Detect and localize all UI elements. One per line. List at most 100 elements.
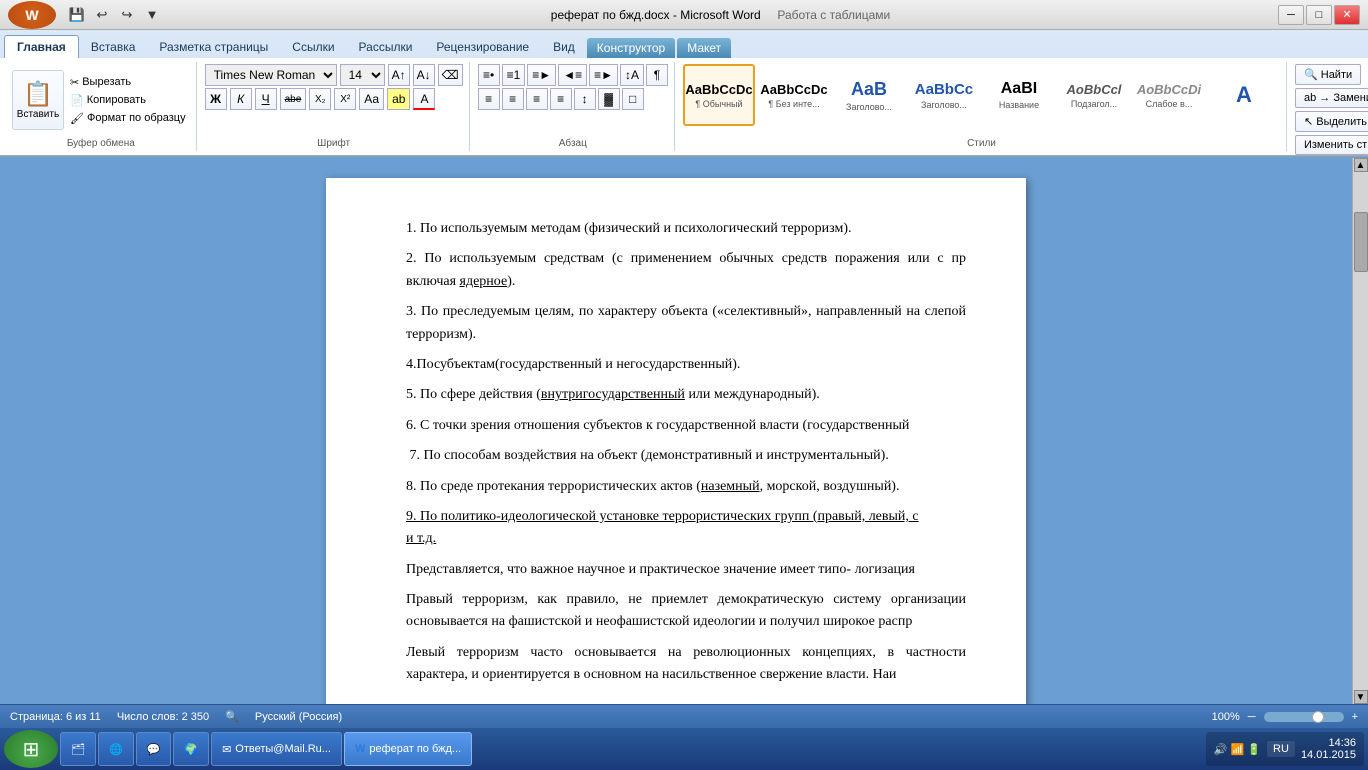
vertical-scrollbar[interactable]: ▲ ▼ bbox=[1352, 158, 1368, 704]
bullets-button[interactable]: ≡• bbox=[478, 64, 500, 86]
office-button[interactable]: W bbox=[8, 1, 56, 29]
ribbon: Главная Вставка Разметка страницы Ссылки… bbox=[0, 30, 1368, 158]
explorer-icon: 🗂 bbox=[71, 743, 85, 756]
underline-yadernoe: ядерное bbox=[460, 274, 508, 289]
style-heading1-text: AaB bbox=[851, 79, 887, 100]
clipboard-small-buttons: ✂ Вырезать 📄 Копировать 🖌 Формат по обра… bbox=[66, 74, 190, 127]
document-page[interactable]: 1. По используемым методам (физический и… bbox=[326, 178, 1026, 704]
strikethrough-button[interactable]: аbe bbox=[280, 88, 307, 110]
taskbar-chrome[interactable]: 🌍 bbox=[173, 732, 209, 766]
zoom-minus-button[interactable]: ─ bbox=[1248, 711, 1256, 723]
font-color-button[interactable]: А bbox=[413, 88, 435, 110]
underline-itd: и т.д. bbox=[406, 531, 436, 546]
bold-button[interactable]: Ж bbox=[205, 88, 227, 110]
decrease-indent-button[interactable]: ◄≡ bbox=[558, 64, 587, 86]
style-normal[interactable]: AaBbCcDc ¶ Обычный bbox=[683, 64, 755, 126]
grow-font-button[interactable]: A↑ bbox=[388, 64, 410, 86]
line-spacing-button[interactable]: ↕ bbox=[574, 88, 596, 110]
cut-button[interactable]: ✂ Вырезать bbox=[66, 74, 190, 91]
zoom-slider[interactable] bbox=[1264, 712, 1344, 722]
scroll-down-button[interactable]: ▼ bbox=[1354, 690, 1368, 704]
style-subtitle[interactable]: AoBbCcl Подзагол... bbox=[1058, 64, 1130, 126]
tab-page-layout[interactable]: Разметка страницы bbox=[147, 36, 280, 58]
clock: 14:36 14.01.2015 bbox=[1301, 737, 1356, 761]
style-heading1[interactable]: AaB Заголово... bbox=[833, 64, 905, 126]
find-button[interactable]: 🔍 Найти bbox=[1295, 64, 1361, 85]
tab-home[interactable]: Главная bbox=[4, 35, 79, 58]
style-no-spacing-label: ¶ Без инте... bbox=[768, 99, 819, 109]
paragraph-7: 7. По способам воздействия на объект (де… bbox=[406, 445, 966, 467]
numbering-button[interactable]: ≡1 bbox=[502, 64, 526, 86]
close-button[interactable]: ✕ bbox=[1334, 5, 1360, 25]
zoom-thumb[interactable] bbox=[1312, 711, 1324, 723]
clear-format-button[interactable]: ⌫ bbox=[438, 64, 463, 86]
style-title[interactable]: AaBI Название bbox=[983, 64, 1055, 126]
document-scroll[interactable]: 1. По используемым методам (физический и… bbox=[0, 158, 1352, 704]
save-button[interactable]: 💾 bbox=[66, 4, 88, 26]
style-subtitle-label: Подзагол... bbox=[1071, 99, 1117, 109]
change-case-button[interactable]: Аа bbox=[359, 88, 384, 110]
clipboard-label: Буфер обмена bbox=[12, 136, 190, 149]
page-info: Страница: 6 из 11 bbox=[10, 711, 101, 723]
style-title-text: AaBI bbox=[1001, 80, 1037, 98]
tab-insert[interactable]: Вставка bbox=[79, 36, 148, 58]
style-more[interactable]: A bbox=[1208, 64, 1280, 126]
align-center-button[interactable]: ≡ bbox=[502, 88, 524, 110]
scroll-thumb[interactable] bbox=[1354, 212, 1368, 272]
font-name-select[interactable]: Times New Roman bbox=[205, 64, 337, 86]
taskbar-ie[interactable]: 🌐 bbox=[98, 732, 134, 766]
minimize-button[interactable]: ─ bbox=[1278, 5, 1304, 25]
multilevel-button[interactable]: ≡► bbox=[527, 64, 556, 86]
shading-button[interactable]: ▓ bbox=[598, 88, 620, 110]
taskbar-chat[interactable]: 💬 bbox=[136, 732, 172, 766]
format-painter-button[interactable]: 🖌 Формат по образцу bbox=[66, 110, 190, 127]
redo-button[interactable]: ↪ bbox=[116, 4, 138, 26]
taskbar-mail[interactable]: ✉ Ответы@Mail.Ru... bbox=[211, 732, 342, 766]
font-group-label: Шрифт bbox=[205, 136, 463, 149]
start-button[interactable]: ⊞ bbox=[4, 730, 58, 768]
shrink-font-button[interactable]: A↓ bbox=[413, 64, 435, 86]
underline-p9: 9. По политико-идеологической установке … bbox=[406, 509, 919, 524]
font-controls: Times New Roman 14 A↑ A↓ ⌫ Ж К Ч аbe X₂ … bbox=[205, 64, 463, 110]
tab-references[interactable]: Ссылки bbox=[280, 36, 346, 58]
replace-button[interactable]: ab → Заменить bbox=[1295, 88, 1368, 108]
title-bar: W 💾 ↩ ↪ ▼ реферат по бжд.docx - Microsof… bbox=[0, 0, 1368, 30]
tab-constructor[interactable]: Конструктор bbox=[587, 38, 675, 58]
style-no-spacing[interactable]: AaBbCcDc ¶ Без инте... bbox=[758, 64, 830, 126]
font-size-select[interactable]: 14 bbox=[340, 64, 385, 86]
style-subtitle-text: AoBbCcl bbox=[1067, 82, 1122, 97]
zoom-plus-button[interactable]: + bbox=[1352, 711, 1358, 723]
italic-button[interactable]: К bbox=[230, 88, 252, 110]
customize-quick-access[interactable]: ▼ bbox=[141, 4, 163, 26]
underline-button[interactable]: Ч bbox=[255, 88, 277, 110]
undo-button[interactable]: ↩ bbox=[91, 4, 113, 26]
taskbar-explorer[interactable]: 🗂 bbox=[60, 732, 96, 766]
show-hide-button[interactable]: ¶ bbox=[646, 64, 668, 86]
editing-group: 🔍 Найти ab → Заменить ↖ Выделить Изменит… bbox=[1289, 62, 1368, 151]
justify-button[interactable]: ≡ bbox=[550, 88, 572, 110]
ribbon-content: 📋 Вставить ✂ Вырезать 📄 Копировать 🖌 Фор… bbox=[0, 58, 1368, 156]
tab-layout[interactable]: Макет bbox=[677, 38, 731, 58]
style-subtle-emphasis[interactable]: AoBbCcDi Слабое в... bbox=[1133, 64, 1205, 126]
align-left-button[interactable]: ≡ bbox=[478, 88, 500, 110]
change-styles-button[interactable]: Изменить стили bbox=[1295, 135, 1368, 155]
sort-button[interactable]: ↕A bbox=[620, 64, 644, 86]
scroll-up-button[interactable]: ▲ bbox=[1354, 158, 1368, 172]
taskbar-word[interactable]: W реферат по бжд... bbox=[344, 732, 472, 766]
language-button[interactable]: RU bbox=[1267, 741, 1295, 757]
increase-indent-button[interactable]: ≡► bbox=[589, 64, 618, 86]
subscript-button[interactable]: X₂ bbox=[309, 88, 331, 110]
style-heading2[interactable]: AaBbCc Заголово... bbox=[908, 64, 980, 126]
tab-mailings[interactable]: Рассылки bbox=[347, 36, 425, 58]
paste-button[interactable]: 📋 Вставить bbox=[12, 70, 64, 130]
copy-button[interactable]: 📄 Копировать bbox=[66, 92, 190, 109]
highlight-button[interactable]: ab bbox=[387, 88, 410, 110]
superscript-button[interactable]: X² bbox=[334, 88, 356, 110]
paragraph-group: ≡• ≡1 ≡► ◄≡ ≡► ↕A ¶ ≡ ≡ ≡ ≡ ↕ ▓ □ bbox=[472, 62, 675, 151]
tab-view[interactable]: Вид bbox=[541, 36, 587, 58]
select-button[interactable]: ↖ Выделить bbox=[1295, 111, 1368, 132]
borders-button[interactable]: □ bbox=[622, 88, 644, 110]
tab-review[interactable]: Рецензирование bbox=[424, 36, 541, 58]
align-right-button[interactable]: ≡ bbox=[526, 88, 548, 110]
maximize-button[interactable]: □ bbox=[1306, 5, 1332, 25]
